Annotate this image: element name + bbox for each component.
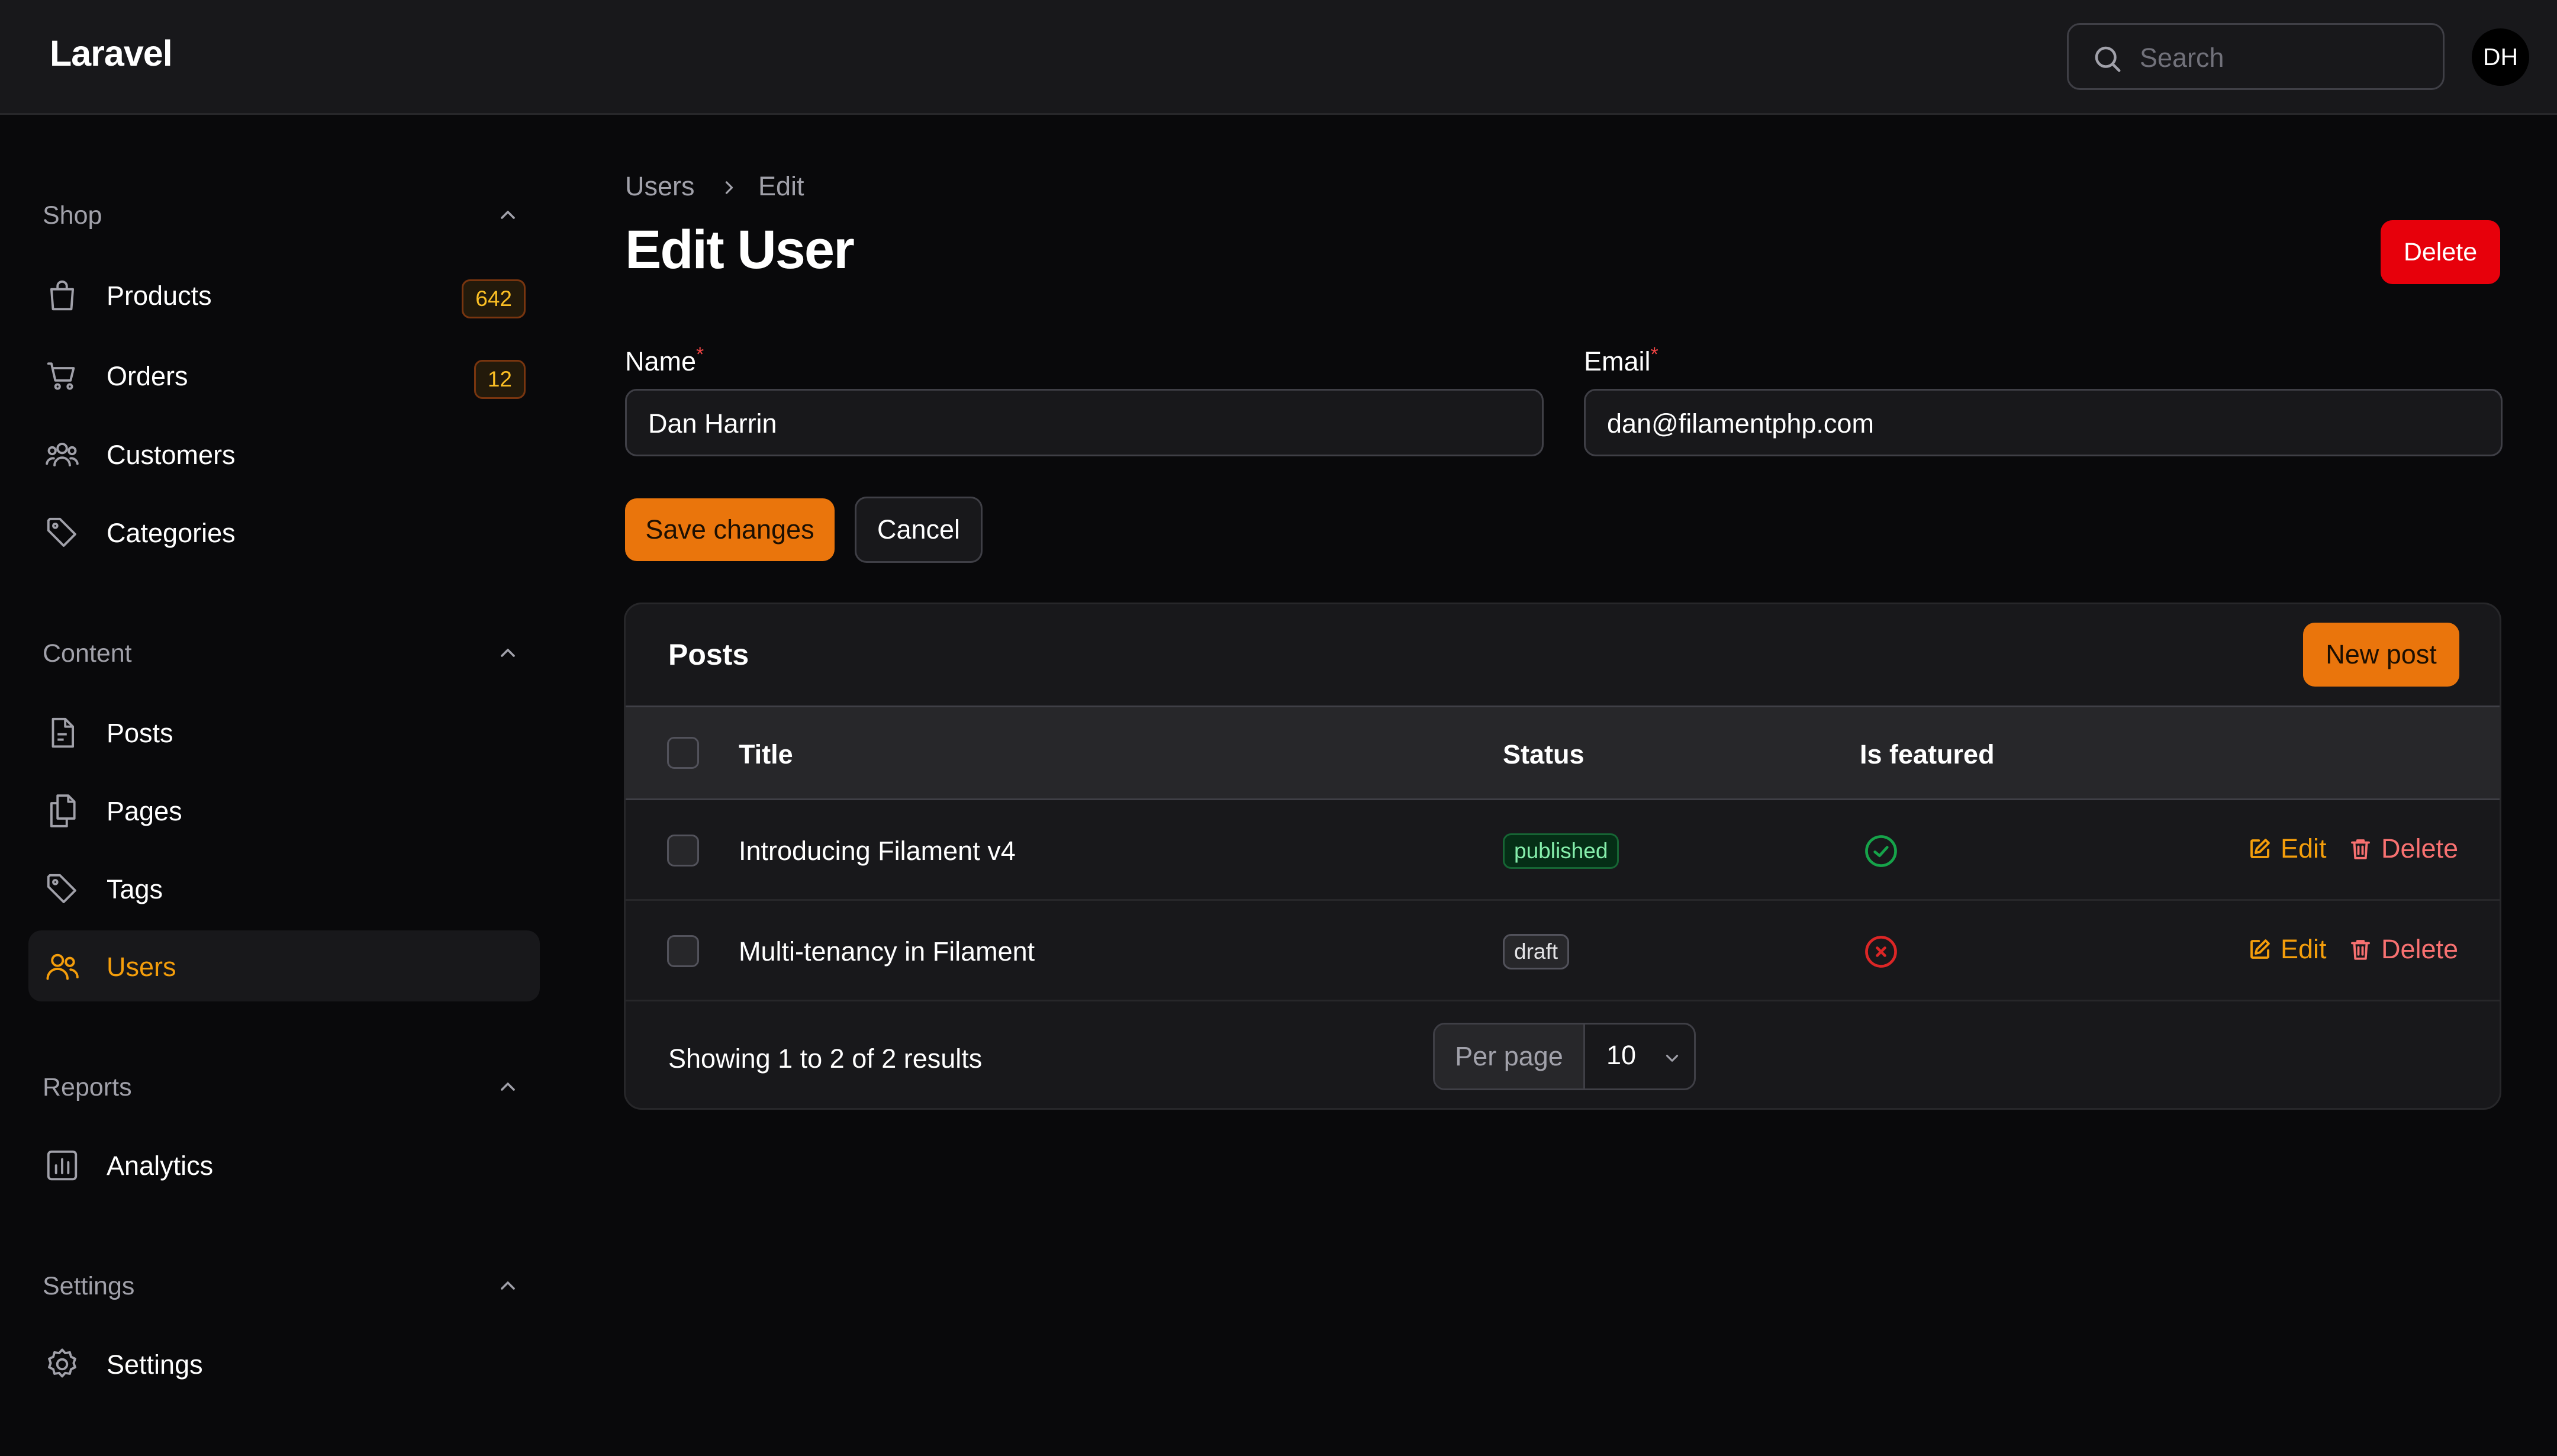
email-field-wrapper[interactable] (1584, 389, 2503, 456)
post-title: Multi-tenancy in Filament (739, 936, 1035, 967)
sidebar-item-products[interactable]: Products 642 (28, 259, 540, 330)
status-badge: published (1503, 833, 1619, 869)
table-row[interactable]: Multi-tenancy in Filament draft Edit Del… (626, 901, 2500, 1001)
users-icon (46, 954, 79, 980)
save-changes-button[interactable]: Save changes (625, 498, 835, 561)
count-badge: 642 (462, 279, 526, 318)
sidebar-item-label: Users (107, 952, 176, 982)
post-title: Introducing Filament v4 (739, 836, 1016, 866)
check-circle-icon (1865, 835, 1897, 867)
chevron-up-icon[interactable] (496, 641, 520, 665)
column-is-featured[interactable]: Is featured (1860, 739, 1995, 770)
shopping-bag-icon (50, 280, 75, 311)
sidebar-item-label: Posts (107, 718, 173, 748)
sidebar-group-shop[interactable]: Shop (43, 201, 102, 230)
x-circle-icon (1865, 936, 1897, 968)
name-label: Name* (625, 343, 704, 376)
pagination-summary: Showing 1 to 2 of 2 results (668, 1043, 983, 1074)
sidebar-item-label: Customers (107, 440, 236, 470)
name-field[interactable] (648, 407, 1512, 440)
edit-icon (2250, 839, 2270, 858)
delete-user-button[interactable]: Delete (2381, 220, 2500, 284)
column-title[interactable]: Title (739, 739, 793, 770)
chevron-down-icon (1666, 1055, 1679, 1062)
per-page-label: Per page (1435, 1025, 1585, 1088)
breadcrumb-edit: Edit (758, 171, 804, 201)
column-status[interactable]: Status (1503, 739, 1585, 770)
table-row[interactable]: Introducing Filament v4 published Edit D… (626, 800, 2500, 901)
chevron-up-icon[interactable] (496, 1075, 520, 1099)
sidebar-item-users[interactable]: Users (28, 930, 540, 1001)
edit-action[interactable]: Edit (2247, 934, 2327, 965)
select-all-checkbox[interactable] (667, 737, 699, 769)
per-page-select[interactable]: Per page 10 (1433, 1023, 1696, 1090)
search-input[interactable] (2140, 41, 2424, 75)
shopping-cart-icon (47, 362, 75, 390)
sidebar: Shop Products 642 Orders 12 Customers Ca… (0, 117, 568, 1456)
posts-title: Posts (668, 638, 749, 671)
gear-icon (48, 1348, 76, 1378)
top-bar: Laravel DH (0, 0, 2557, 115)
edit-icon (2250, 939, 2270, 959)
per-page-value: 10 (1606, 1040, 1637, 1070)
sidebar-item-categories[interactable]: Categories (28, 497, 540, 568)
tag-icon (47, 517, 76, 547)
brand-logo[interactable]: Laravel (50, 33, 173, 74)
sidebar-item-orders[interactable]: Orders 12 (28, 340, 540, 411)
breadcrumb-users[interactable]: Users (625, 171, 695, 202)
sidebar-item-posts[interactable]: Posts (28, 697, 540, 768)
user-avatar[interactable]: DH (2472, 28, 2529, 86)
sidebar-item-label: Settings (107, 1349, 203, 1380)
chart-bar-icon (47, 1150, 78, 1181)
sidebar-group-reports[interactable]: Reports (43, 1073, 132, 1102)
required-marker: * (1650, 343, 1658, 366)
row-checkbox[interactable] (667, 835, 699, 866)
sidebar-item-customers[interactable]: Customers (28, 418, 540, 489)
edit-action[interactable]: Edit (2247, 833, 2327, 864)
sidebar-item-analytics[interactable]: Analytics (28, 1129, 540, 1200)
tag-icon (47, 874, 76, 903)
page-title: Edit User (625, 220, 855, 280)
cancel-button[interactable]: Cancel (855, 497, 983, 563)
email-label: Email* (1584, 343, 1658, 376)
delete-action[interactable]: Delete (2348, 833, 2458, 864)
row-checkbox[interactable] (667, 935, 699, 967)
sidebar-item-tags[interactable]: Tags (28, 853, 540, 924)
chevron-up-icon[interactable] (496, 1274, 520, 1297)
delete-action[interactable]: Delete (2348, 934, 2458, 965)
trash-icon (2351, 839, 2370, 859)
required-marker: * (696, 343, 704, 366)
status-badge: draft (1503, 934, 1570, 969)
trash-icon (2351, 940, 2370, 960)
users-group-icon (46, 442, 79, 467)
sidebar-item-label: Analytics (107, 1151, 214, 1181)
search-icon (2095, 46, 2121, 72)
email-field[interactable] (1607, 407, 2471, 440)
chevron-right-icon (725, 181, 733, 194)
sidebar-item-label: Pages (107, 796, 182, 826)
sidebar-group-settings[interactable]: Settings (43, 1272, 134, 1301)
count-badge: 12 (474, 360, 526, 399)
sidebar-item-label: Orders (107, 361, 188, 391)
sidebar-item-pages[interactable]: Pages (28, 775, 540, 846)
sidebar-item-label: Tags (107, 874, 163, 904)
table-header: Title Status Is featured (626, 706, 2500, 800)
search-box[interactable] (2067, 23, 2445, 90)
name-field-wrapper[interactable] (625, 389, 1544, 456)
document-icon (51, 717, 75, 748)
documents-icon (50, 794, 76, 827)
sidebar-item-label: Products (107, 281, 212, 311)
sidebar-group-content[interactable]: Content (43, 639, 132, 668)
chevron-up-icon[interactable] (496, 203, 520, 227)
posts-relation-manager: Posts New post Title Status Is featured … (624, 603, 2501, 1110)
sidebar-item-settings[interactable]: Settings (28, 1328, 540, 1399)
sidebar-item-label: Categories (107, 518, 236, 548)
new-post-button[interactable]: New post (2303, 623, 2459, 687)
